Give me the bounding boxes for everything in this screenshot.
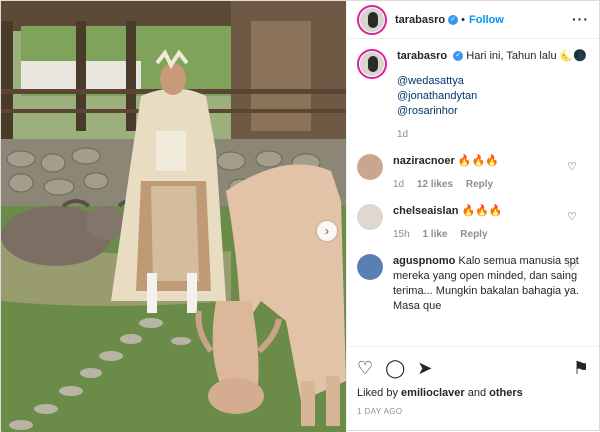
bookmark-icon[interactable]: ⚑ [573, 358, 589, 379]
mention-link[interactable]: @rosarinhor [397, 104, 589, 119]
follow-button[interactable]: Follow [469, 14, 504, 26]
caption: tarabasro ✓ Hari ini, Tahun lalu 🌜🌑 @wed… [357, 49, 589, 142]
comment-username[interactable]: aguspnomo [393, 255, 455, 267]
comment-item: aguspnomo Kalo semua manusia spt mereka … [357, 254, 589, 314]
verified-badge-icon: ✓ [453, 51, 464, 62]
post-username[interactable]: tarabasro [395, 14, 445, 26]
photo-illustration [1, 1, 346, 432]
comments-section: tarabasro ✓ Hari ini, Tahun lalu 🌜🌑 @wed… [347, 39, 599, 339]
post-side-panel: tarabasro ✓ • Follow ··· tarabasro ✓ Har… [346, 1, 599, 432]
post-window: › tarabasro ✓ • Follow ··· tarabasro ✓ H… [0, 0, 600, 432]
next-photo-button[interactable]: › [317, 221, 337, 241]
comment-time[interactable]: 15h [393, 229, 410, 240]
action-bar: ♡ ◯ ➤ ⚑ [357, 355, 589, 381]
comment-text: 🔥🔥🔥 [457, 155, 499, 167]
mention-link[interactable]: @wedasattya [397, 74, 589, 89]
avatar[interactable] [357, 154, 383, 180]
liked-user[interactable]: emilioclaver [401, 387, 465, 399]
reply-button[interactable]: Reply [466, 179, 493, 190]
avatar[interactable] [357, 204, 383, 230]
comment-time[interactable]: 1d [393, 179, 404, 190]
share-icon[interactable]: ➤ [417, 358, 432, 378]
chevron-right-icon: › [325, 224, 329, 238]
heart-icon[interactable]: ♡ [567, 210, 577, 223]
comment-likes[interactable]: 1 like [422, 229, 447, 240]
heart-icon[interactable]: ♡ [357, 358, 373, 378]
avatar[interactable] [357, 49, 387, 79]
heart-icon[interactable]: ♡ [567, 160, 577, 173]
heart-icon[interactable]: ♡ [567, 260, 577, 273]
liked-and: and [467, 387, 487, 399]
caption-time[interactable]: 1d [397, 129, 408, 140]
comment-username[interactable]: naziracnoer [393, 155, 455, 167]
mention-link[interactable]: @jonathandytan [397, 89, 589, 104]
avatar[interactable] [357, 4, 387, 35]
comment-likes[interactable]: 12 likes [417, 179, 453, 190]
post-timestamp[interactable]: 1 DAY AGO [357, 407, 589, 416]
liked-others[interactable]: others [489, 387, 523, 399]
comment-item: naziracnoer 🔥🔥🔥 1d 12 likes Reply ♡ [357, 154, 589, 192]
caption-text: Hari ini, Tahun lalu 🌜🌑 [466, 50, 588, 62]
comment-username[interactable]: chelseaislan [393, 205, 458, 217]
post-footer: ♡ ◯ ➤ ⚑ Liked by emilioclaver and others… [347, 346, 599, 416]
liked-by: Liked by emilioclaver and others [357, 387, 589, 399]
reply-button[interactable]: Reply [460, 229, 487, 240]
separator-dot: • [461, 13, 465, 26]
comment-text: 🔥🔥🔥 [461, 205, 503, 217]
caption-username[interactable]: tarabasro [397, 50, 447, 62]
post-header: tarabasro ✓ • Follow ··· [347, 1, 599, 39]
verified-badge-icon: ✓ [448, 14, 459, 25]
comment-icon[interactable]: ◯ [385, 358, 405, 378]
comment-item: chelseaislan 🔥🔥🔥 15h 1 like Reply ♡ [357, 204, 589, 242]
liked-prefix: Liked by [357, 387, 398, 399]
more-options-icon[interactable]: ··· [572, 11, 589, 27]
post-photo[interactable]: › [1, 1, 346, 432]
avatar[interactable] [357, 254, 383, 280]
